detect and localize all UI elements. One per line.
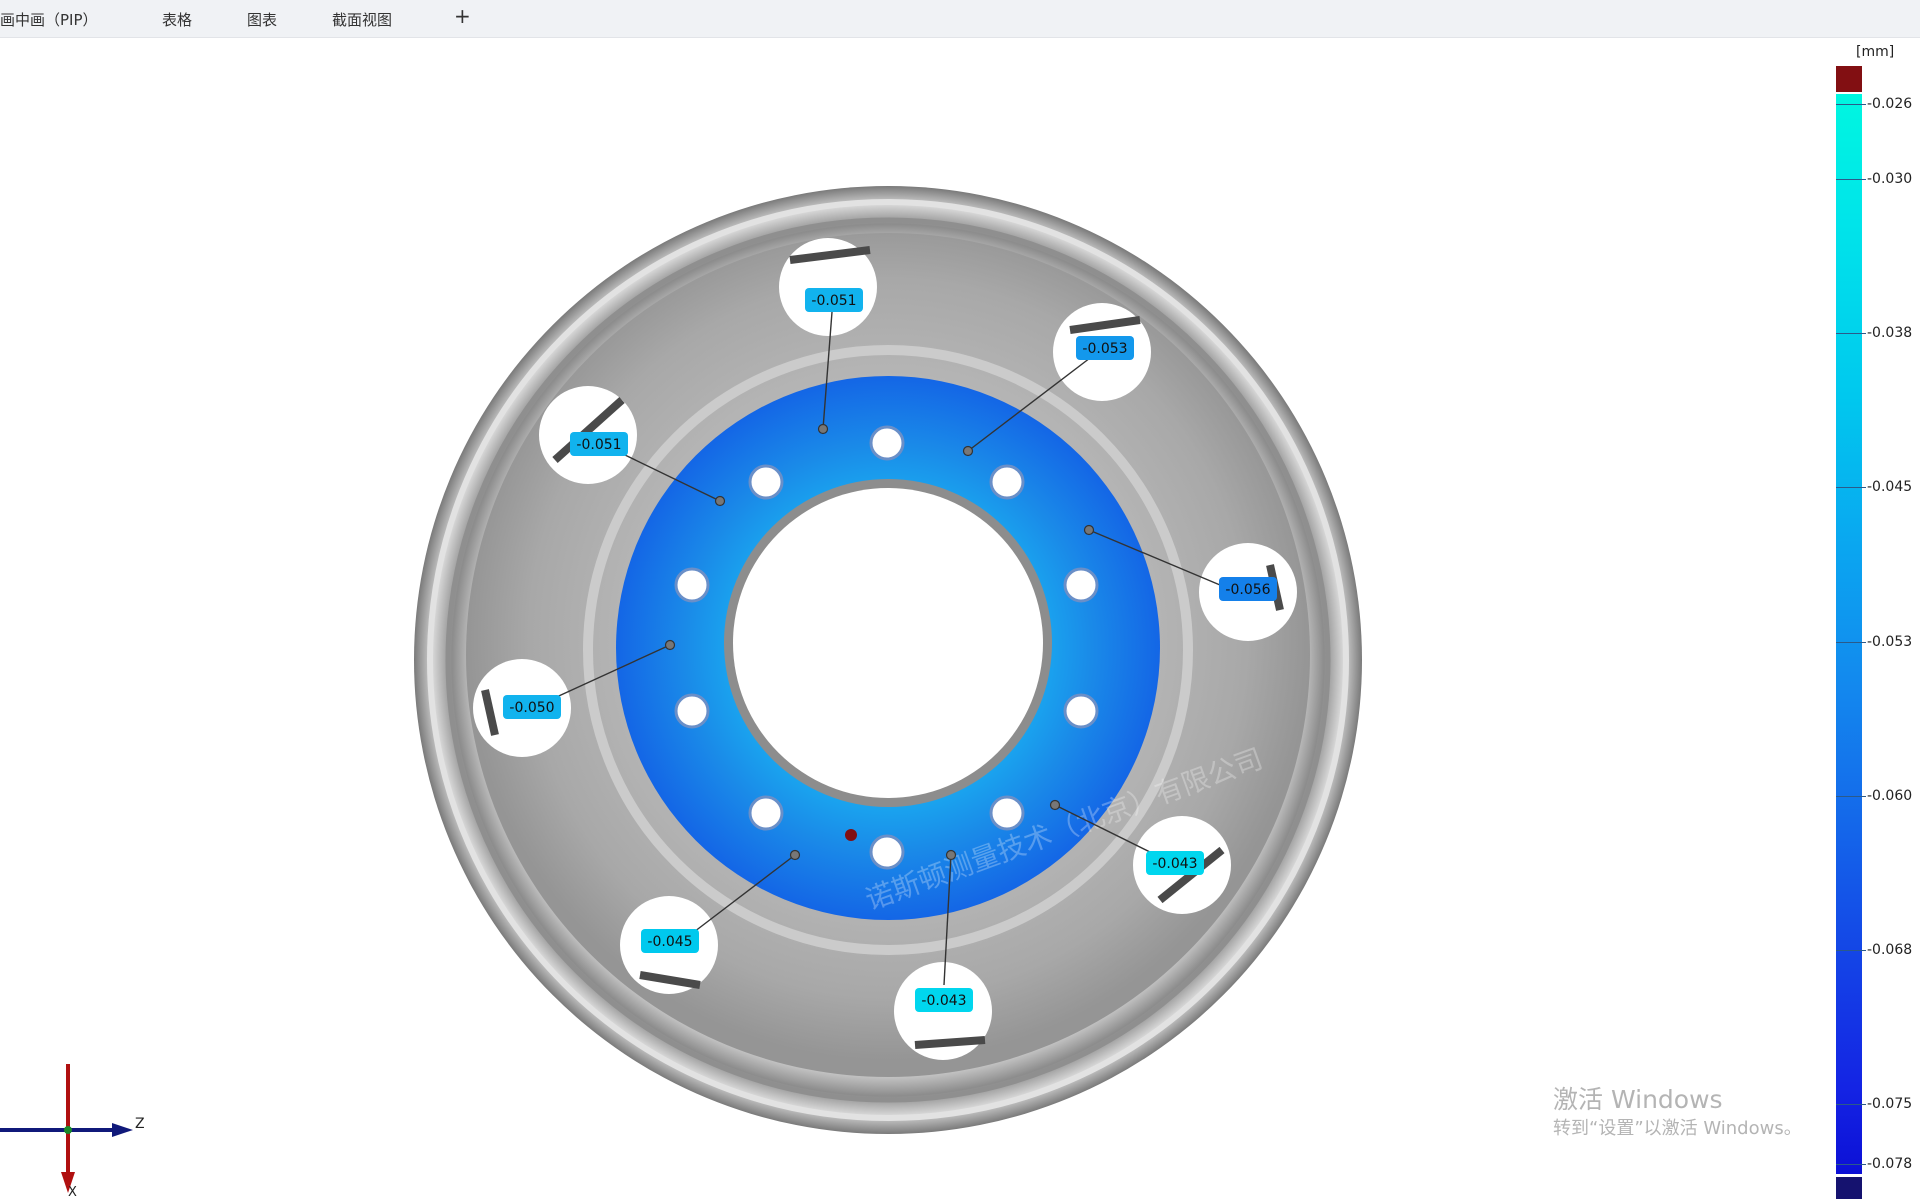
legend-tick-label: -0.078 bbox=[1867, 1156, 1913, 1172]
legend-tick bbox=[1836, 796, 1866, 797]
legend-tick bbox=[1836, 104, 1866, 105]
bolt-hole bbox=[989, 795, 1025, 831]
bolt-hole bbox=[748, 795, 784, 831]
legend-tick bbox=[1836, 1104, 1866, 1105]
annotation-anchor bbox=[962, 445, 974, 457]
legend-tick-label: -0.053 bbox=[1867, 634, 1913, 650]
annotation-anchor bbox=[1049, 799, 1061, 811]
legend-tick bbox=[1836, 1164, 1866, 1165]
annotation-anchor bbox=[789, 849, 801, 861]
annotation-anchor bbox=[714, 495, 726, 507]
view-tab-bar: 画中画（PIP） 表格 图表 截面视图 + bbox=[0, 0, 1920, 38]
tab-table[interactable]: 表格 bbox=[162, 9, 192, 30]
annotation-anchor bbox=[1083, 524, 1095, 536]
triad-origin bbox=[64, 1126, 72, 1134]
legend-tick bbox=[1836, 950, 1866, 951]
bolt-hole bbox=[748, 464, 784, 500]
annotation-value: -0.051 bbox=[576, 437, 621, 453]
3d-viewport[interactable]: 诺斯顿测量技术（北京）有限公司 -0.051 -0.053 -0.051 -0.… bbox=[0, 38, 1830, 1197]
wheel-model[interactable] bbox=[414, 186, 1362, 1134]
annotation-value: -0.043 bbox=[921, 993, 966, 1009]
bolt-hole bbox=[869, 425, 905, 461]
legend-tick bbox=[1836, 179, 1866, 180]
legend-tick bbox=[1836, 487, 1866, 488]
legend-tick-label: -0.060 bbox=[1867, 788, 1913, 804]
z-axis-label: Z bbox=[135, 1116, 145, 1132]
annotation-anchor bbox=[664, 639, 676, 651]
tab-pip[interactable]: 画中画（PIP） bbox=[0, 9, 98, 30]
annotation-value: -0.053 bbox=[1082, 341, 1127, 357]
annotation-value: -0.056 bbox=[1225, 582, 1270, 598]
vent-hole-edge bbox=[914, 1036, 986, 1049]
annotation-value: -0.051 bbox=[811, 293, 856, 309]
legend-tick-label: -0.075 bbox=[1867, 1096, 1913, 1112]
annotation-anchor bbox=[817, 423, 829, 435]
bolt-hole bbox=[674, 693, 710, 729]
legend-tick-label: -0.030 bbox=[1867, 171, 1913, 187]
legend-colorbar bbox=[1836, 94, 1862, 1174]
annotation-anchor bbox=[945, 849, 957, 861]
bolt-hole bbox=[989, 464, 1025, 500]
x-axis-label: X bbox=[68, 1185, 77, 1197]
legend-unit: [mm] bbox=[1856, 44, 1895, 60]
bolt-hole bbox=[1063, 567, 1099, 603]
annotation-value: -0.043 bbox=[1152, 856, 1197, 872]
tab-chart[interactable]: 图表 bbox=[247, 9, 277, 30]
legend-tick-label: -0.026 bbox=[1867, 96, 1913, 112]
legend-tick-label: -0.068 bbox=[1867, 942, 1913, 958]
bolt-hole bbox=[1063, 693, 1099, 729]
annotation-value: -0.050 bbox=[509, 700, 554, 716]
bolt-hole bbox=[869, 834, 905, 870]
legend-over-range-swatch bbox=[1836, 66, 1862, 92]
outlier-point bbox=[845, 829, 857, 841]
bolt-hole bbox=[674, 567, 710, 603]
legend-tick bbox=[1836, 642, 1866, 643]
legend-under-range-swatch bbox=[1836, 1177, 1862, 1199]
tab-section-view[interactable]: 截面视图 bbox=[332, 9, 392, 30]
axis-triad: Z X bbox=[0, 1064, 145, 1197]
legend-tick-label: -0.038 bbox=[1867, 325, 1913, 341]
center-bore bbox=[733, 488, 1043, 798]
add-tab-button[interactable]: + bbox=[454, 4, 471, 28]
legend-tick-label: -0.045 bbox=[1867, 479, 1913, 495]
legend-tick bbox=[1836, 333, 1866, 334]
z-axis-arrow bbox=[112, 1123, 133, 1137]
color-legend: [mm] -0.026 -0.030 -0.038 -0.045 -0.053 … bbox=[1836, 44, 1920, 1199]
annotation-value: -0.045 bbox=[647, 934, 692, 950]
